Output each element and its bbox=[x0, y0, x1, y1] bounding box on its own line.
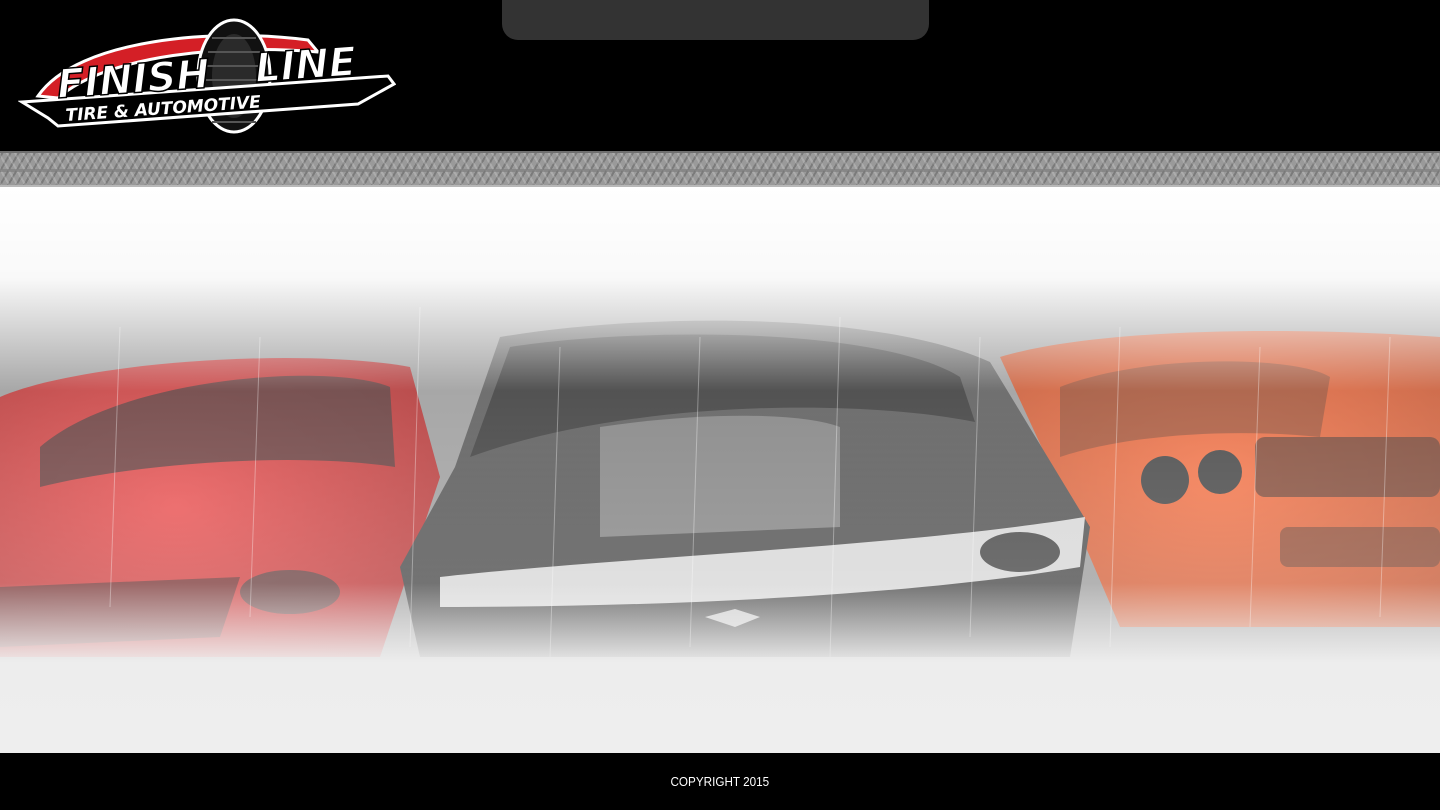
cars-photo bbox=[0, 187, 1440, 753]
site-header: FINISH LINE TIRE & AUTOMOTIVE bbox=[0, 0, 1440, 151]
site-footer: COPYRIGHT 2015 bbox=[0, 753, 1440, 810]
site-logo[interactable]: FINISH LINE TIRE & AUTOMOTIVE bbox=[18, 18, 396, 138]
page: FINISH LINE TIRE & AUTOMOTIVE COPYRIGHT … bbox=[0, 0, 1440, 810]
top-nav-tab bbox=[502, 0, 929, 40]
hero-banner bbox=[0, 187, 1440, 753]
logo-word-line: LINE bbox=[253, 39, 357, 92]
tread-strip bbox=[0, 151, 1440, 187]
copyright-text: COPYRIGHT 2015 bbox=[670, 774, 770, 789]
